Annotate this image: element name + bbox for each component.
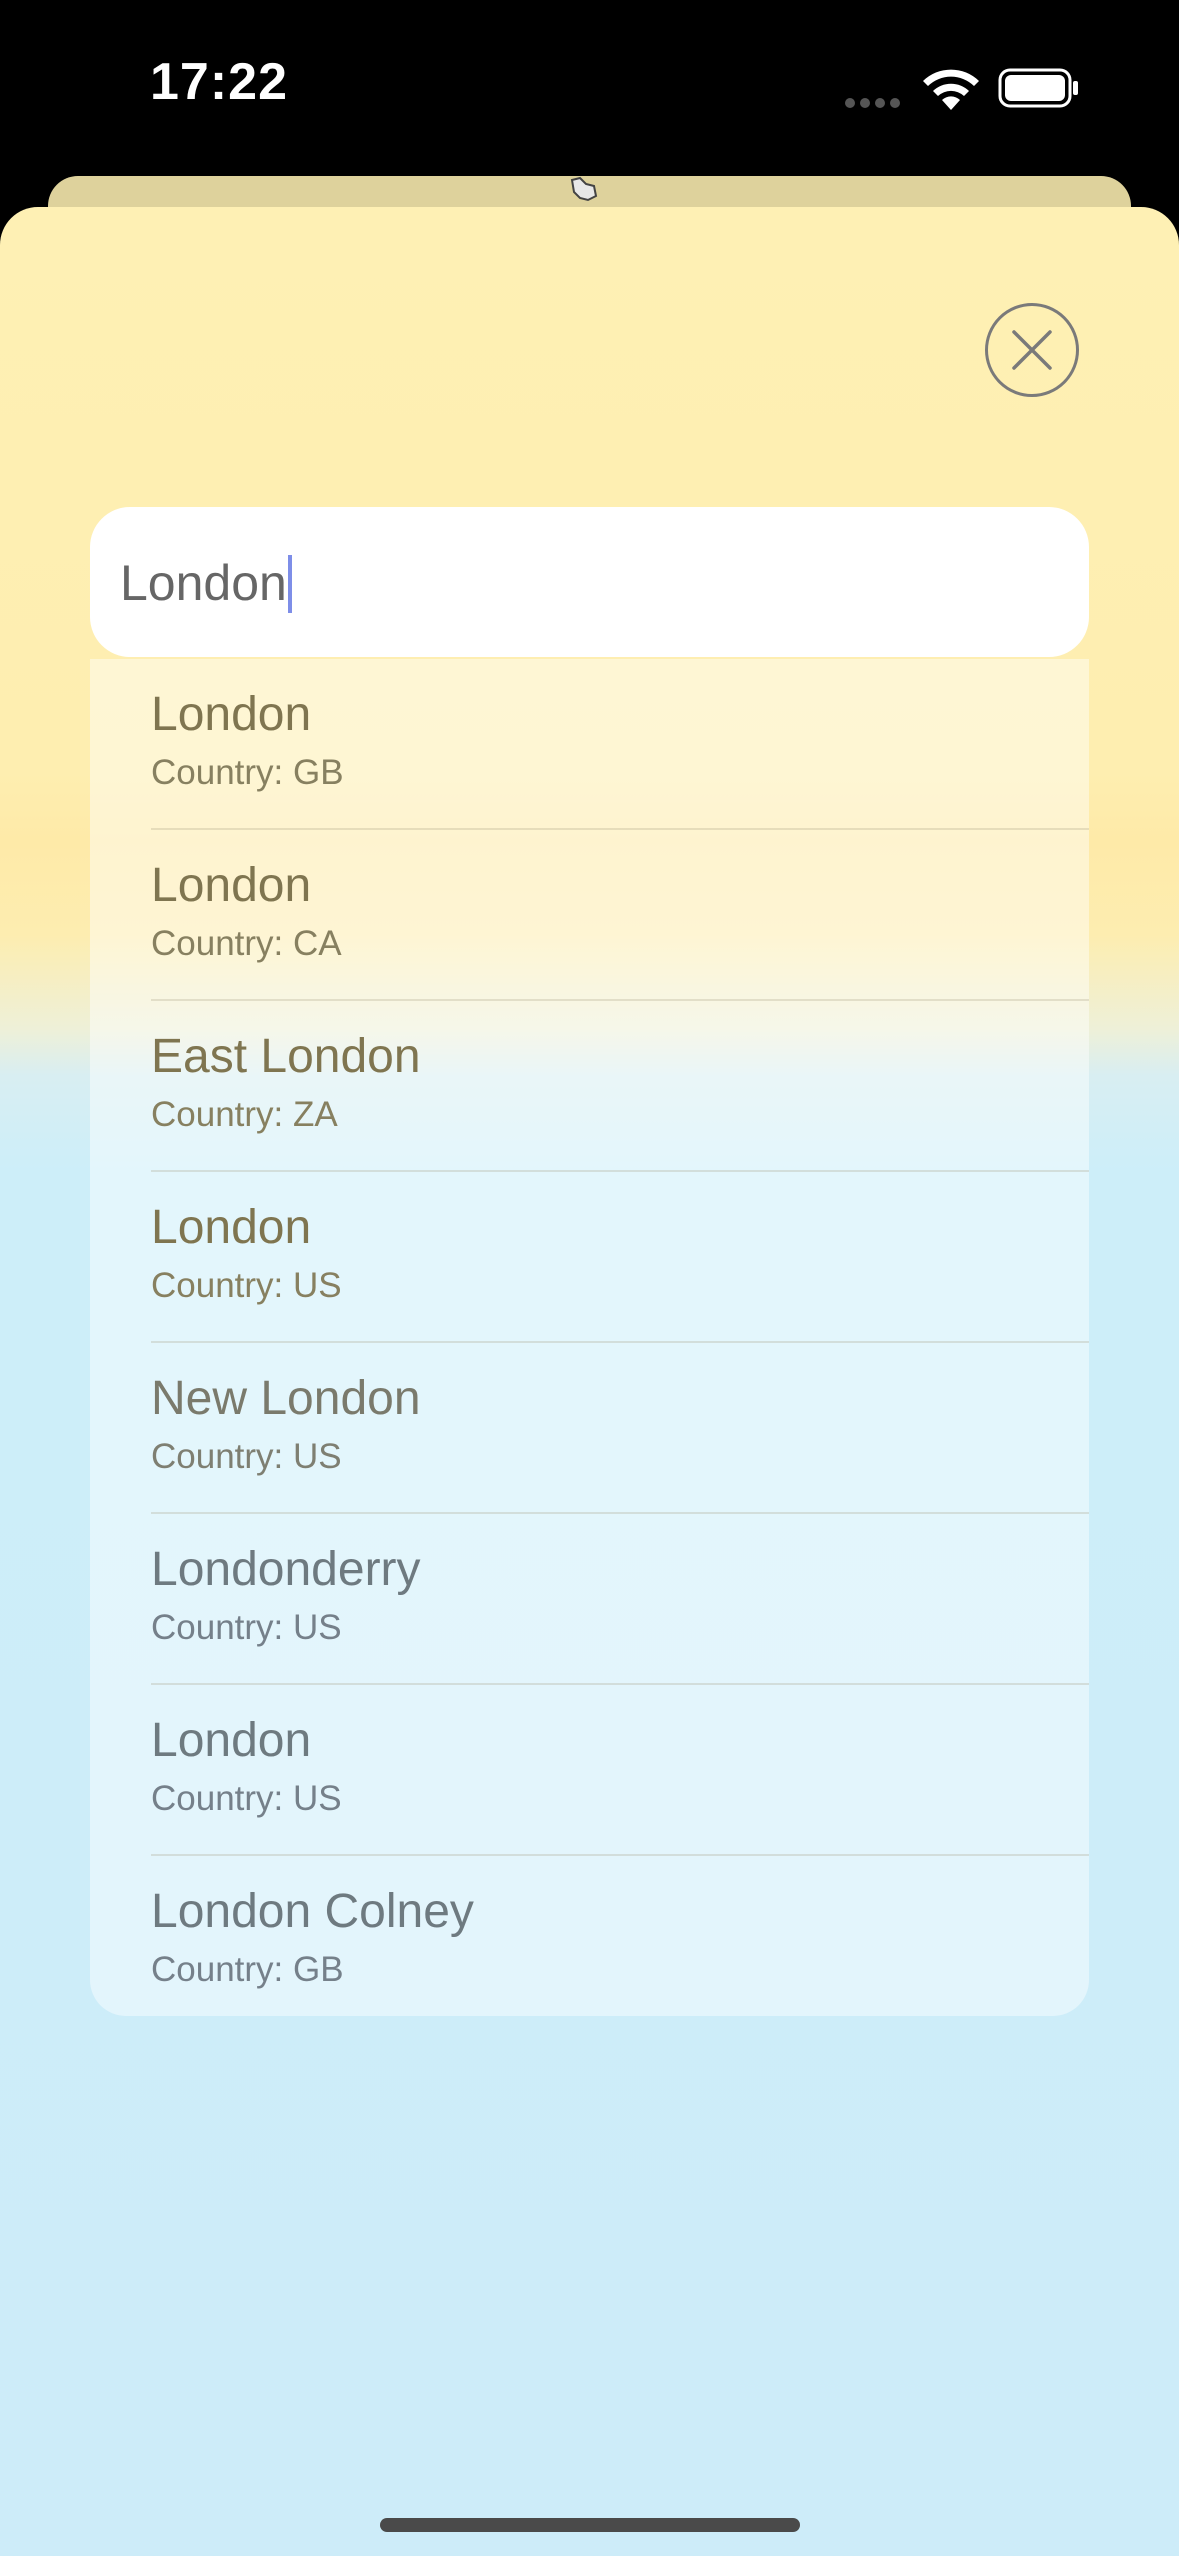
result-city-name: London xyxy=(151,859,312,912)
result-country: Country: US xyxy=(151,1437,342,1476)
home-indicator[interactable] xyxy=(380,2518,800,2532)
list-item[interactable]: London Country: US xyxy=(90,1685,1089,1856)
result-country: Country: GB xyxy=(151,753,344,792)
result-country: Country: US xyxy=(151,1266,342,1305)
list-item[interactable]: London Country: GB xyxy=(90,659,1089,830)
signal-dots-icon xyxy=(845,95,905,108)
result-city-name: Londonderry xyxy=(151,1543,421,1596)
result-country: Country: ZA xyxy=(151,1095,338,1134)
status-time: 17:22 xyxy=(150,53,288,111)
card-figure-icon xyxy=(570,176,598,202)
result-city-name: New London xyxy=(151,1372,421,1425)
list-item[interactable]: London Colney Country: GB xyxy=(90,1856,1089,2016)
result-city-name: London xyxy=(151,1714,312,1767)
result-country: Country: GB xyxy=(151,1950,344,1989)
battery-icon xyxy=(998,68,1078,108)
text-caret xyxy=(287,554,292,613)
status-bar: 17:22 xyxy=(0,0,1179,175)
close-icon xyxy=(1012,330,1052,370)
close-button[interactable] xyxy=(985,303,1079,397)
result-country: Country: US xyxy=(151,1608,342,1647)
list-item[interactable]: Londonderry Country: US xyxy=(90,1514,1089,1685)
search-input[interactable]: London xyxy=(90,507,1089,657)
search-results-list: London Country: GB London Country: CA Ea… xyxy=(90,659,1089,2016)
result-city-name: London Colney xyxy=(151,1885,474,1938)
result-country: Country: CA xyxy=(151,924,342,963)
search-input-value: London xyxy=(120,555,287,611)
result-city-name: London xyxy=(151,1201,312,1254)
list-item[interactable]: New London Country: US xyxy=(90,1343,1089,1514)
search-sheet: London London Country: GB London Country… xyxy=(0,207,1179,2556)
wifi-icon xyxy=(923,69,979,110)
list-item[interactable]: East London Country: ZA xyxy=(90,1001,1089,1172)
result-city-name: East London xyxy=(151,1030,421,1083)
list-item[interactable]: London Country: US xyxy=(90,1172,1089,1343)
screen: 17:22 London London Country: GB London C… xyxy=(0,0,1179,2556)
result-city-name: London xyxy=(151,688,312,741)
list-item[interactable]: London Country: CA xyxy=(90,830,1089,1001)
result-country: Country: US xyxy=(151,1779,342,1818)
